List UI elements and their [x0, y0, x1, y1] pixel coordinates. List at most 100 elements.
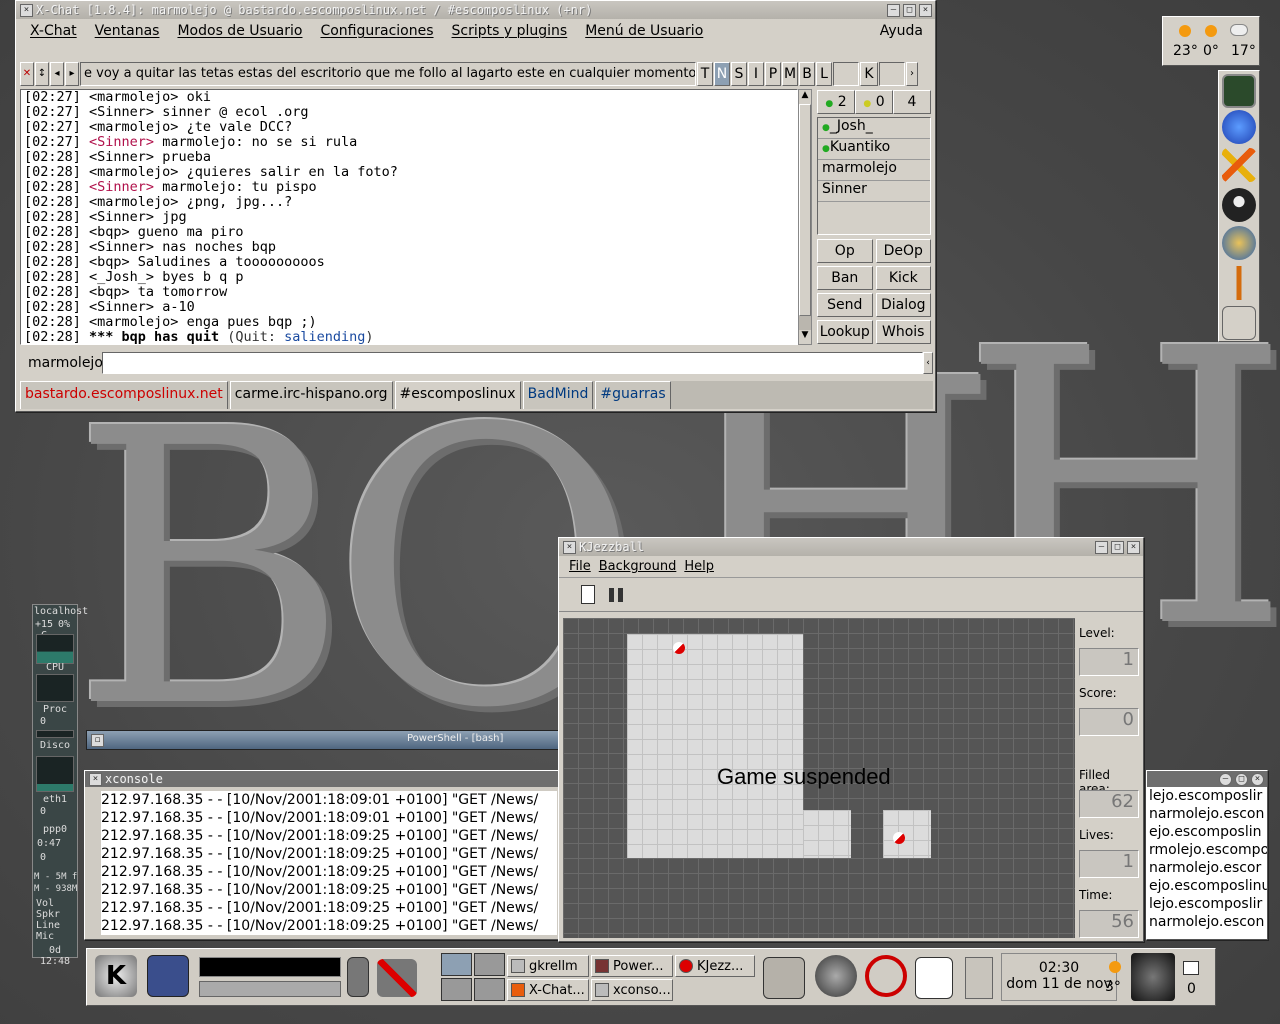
- menu-help[interactable]: Help: [684, 559, 714, 574]
- lookup-button[interactable]: Lookup: [817, 320, 873, 344]
- task-kjezzball[interactable]: KJezz...: [675, 955, 755, 977]
- mode-t-button[interactable]: T: [697, 62, 713, 86]
- menu-xchat[interactable]: X-Chat: [30, 23, 77, 45]
- mode-p-button[interactable]: P: [765, 62, 781, 86]
- mail-icon[interactable]: [1183, 961, 1199, 975]
- kjezzball-titlebar[interactable]: × KJezzball – □ ×: [559, 538, 1143, 556]
- mixer-spkr[interactable]: Spkr: [36, 909, 60, 920]
- mode-i-button[interactable]: I: [748, 62, 764, 86]
- maximize-icon[interactable]: □: [903, 3, 916, 17]
- maximize-icon[interactable]: □: [1111, 540, 1124, 554]
- maximize-icon[interactable]: □: [1235, 772, 1248, 786]
- task-xconsole[interactable]: xconso...: [591, 979, 673, 1001]
- desktop-icon[interactable]: [147, 955, 189, 997]
- system-monitor-icon[interactable]: [1222, 74, 1256, 108]
- mode-k-button[interactable]: K: [860, 62, 878, 86]
- tab-server-carme[interactable]: carme.irc-hispano.org: [229, 381, 393, 409]
- minimize-icon[interactable]: –: [1095, 540, 1108, 554]
- mixer-vol[interactable]: Vol: [36, 898, 56, 909]
- terminal-icon[interactable]: [347, 957, 369, 997]
- mode-n-button[interactable]: N: [714, 62, 730, 86]
- tab-badmind[interactable]: BadMind: [522, 381, 594, 409]
- mixer-line[interactable]: Line: [36, 920, 60, 931]
- message-input[interactable]: [102, 352, 923, 374]
- send-button[interactable]: Send: [817, 293, 873, 317]
- minimize-icon[interactable]: –: [1219, 772, 1232, 786]
- new-game-icon[interactable]: [581, 585, 595, 604]
- nick-label[interactable]: marmolejo: [20, 355, 103, 371]
- menu-background[interactable]: Background: [599, 559, 677, 574]
- mode-l-button[interactable]: L: [816, 62, 832, 86]
- close-tab-icon[interactable]: ✕: [20, 62, 34, 86]
- dialog-button[interactable]: Dialog: [875, 293, 931, 317]
- mode-s-button[interactable]: S: [731, 62, 747, 86]
- task-gkrellm[interactable]: gkrellm: [507, 955, 589, 977]
- scroll-thumb[interactable]: [799, 104, 811, 316]
- kick-button[interactable]: Kick: [875, 266, 931, 290]
- ban-button[interactable]: Ban: [817, 266, 873, 290]
- limit-field[interactable]: [833, 62, 859, 86]
- whois-button[interactable]: Whois: [875, 320, 931, 344]
- xchat-titlebar[interactable]: × X-Chat [1.8.4]: marmolejo @ bastardo.e…: [16, 1, 935, 19]
- scroll-up-icon[interactable]: ▲: [799, 90, 811, 104]
- minimize-icon[interactable]: –: [887, 3, 900, 17]
- close-icon[interactable]: ×: [563, 540, 576, 554]
- xconsole-right-titlebar[interactable]: – □ ×: [1147, 771, 1267, 787]
- command-input[interactable]: [199, 957, 341, 977]
- menu-scripts[interactable]: Scripts y plugins: [452, 23, 568, 45]
- close-icon[interactable]: ×: [89, 772, 102, 786]
- user-list-item[interactable]: ●Kuantiko: [818, 139, 930, 160]
- xconsole-titlebar[interactable]: × xconsole: [85, 771, 559, 787]
- avatar-icon[interactable]: [1131, 953, 1175, 1001]
- arrow-left-icon[interactable]: ‹: [923, 352, 933, 374]
- close-icon[interactable]: ×: [1127, 540, 1140, 554]
- pager-desktop-3[interactable]: [441, 978, 472, 1001]
- clock[interactable]: 02:30 dom 11 de nov: [1001, 953, 1117, 1001]
- menu-ayuda[interactable]: Ayuda: [880, 23, 923, 39]
- scroll-icon[interactable]: ↕: [35, 62, 49, 86]
- op-button[interactable]: Op: [817, 239, 873, 263]
- kpaint-icon[interactable]: [763, 957, 805, 999]
- task-powershell[interactable]: Power...: [591, 955, 673, 977]
- close-icon[interactable]: ×: [1251, 772, 1264, 786]
- pager-desktop-2[interactable]: [474, 953, 505, 976]
- tab-guarras[interactable]: #guarras: [595, 381, 671, 409]
- xchat-icon[interactable]: [1222, 148, 1256, 182]
- command-combo[interactable]: [199, 981, 341, 997]
- pager-desktop-4[interactable]: [474, 978, 505, 1001]
- close-icon[interactable]: ×: [919, 3, 932, 17]
- gnome-foot-icon[interactable]: [815, 955, 857, 997]
- panel-handle[interactable]: [965, 957, 993, 999]
- user-list-item[interactable]: Sinner: [818, 181, 930, 202]
- close-icon[interactable]: ×: [20, 3, 33, 17]
- mode-m-button[interactable]: M: [782, 62, 798, 86]
- kde-menu-icon[interactable]: K: [95, 955, 137, 997]
- key-field[interactable]: [879, 62, 905, 86]
- globe-icon[interactable]: [1222, 226, 1256, 260]
- user-list-item[interactable]: ●_Josh_: [818, 118, 930, 139]
- mixer-mic[interactable]: Mic: [36, 931, 56, 942]
- tux-icon[interactable]: [1222, 188, 1256, 222]
- mode-b-button[interactable]: B: [799, 62, 815, 86]
- arrow-right-icon[interactable]: ▸: [65, 62, 79, 86]
- document-icon[interactable]: [915, 957, 953, 999]
- game-board[interactable]: Game suspended: [563, 618, 1075, 938]
- user-list-item[interactable]: marmolejo: [818, 160, 930, 181]
- pager[interactable]: [441, 953, 505, 1001]
- arrow-right-icon[interactable]: ›: [906, 62, 918, 86]
- chat-scrollbar[interactable]: ▲ ▼: [798, 89, 812, 345]
- task-xchat[interactable]: X-Chat...: [507, 979, 589, 1001]
- topic-field[interactable]: e voy a quitar las tetas estas del escri…: [80, 62, 696, 86]
- konqueror-icon[interactable]: [1222, 110, 1256, 144]
- menu-configuraciones[interactable]: Configuraciones: [320, 23, 433, 45]
- arrow-left-icon[interactable]: ◂: [50, 62, 64, 86]
- powershell-window[interactable]: ▫ PowerShell - [bash]: [86, 730, 560, 750]
- menu-usuario[interactable]: Menú de Usuario: [585, 23, 703, 45]
- weather-applet[interactable]: 23° 0° 17°: [1162, 16, 1260, 66]
- tab-server-bastardo[interactable]: bastardo.escomposlinux.net: [20, 381, 228, 409]
- tools-icon[interactable]: [1222, 266, 1256, 300]
- window-menu-icon[interactable]: ▫: [91, 734, 104, 747]
- pager-desktop-1[interactable]: [441, 953, 472, 976]
- pause-icon[interactable]: [609, 588, 623, 602]
- scroll-down-icon[interactable]: ▼: [799, 330, 811, 344]
